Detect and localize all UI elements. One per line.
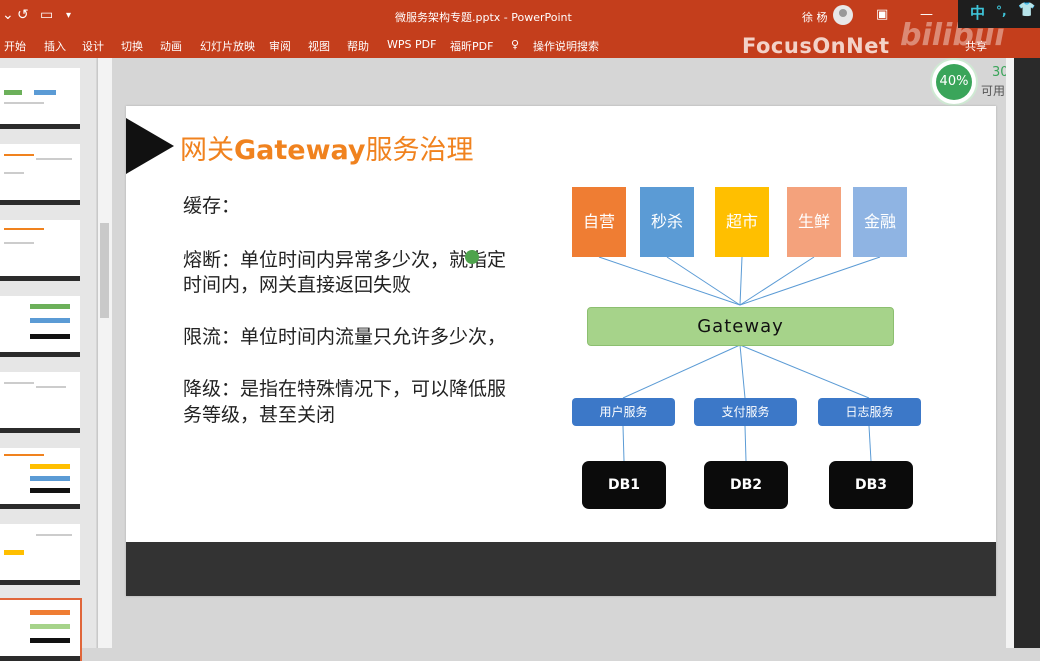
category-box: 自营 xyxy=(572,187,626,257)
service-box: 日志服务 xyxy=(818,398,921,426)
quick-access-dropdown-icon[interactable]: ⌄ xyxy=(2,7,14,23)
category-box: 金融 xyxy=(853,187,907,257)
connector-line xyxy=(622,425,625,462)
connector-line xyxy=(739,344,746,399)
connector-line xyxy=(666,256,741,306)
thumbnail-scrollbar-thumb[interactable] xyxy=(100,223,109,318)
tab-animations[interactable]: 动画 xyxy=(160,38,182,54)
slide-thumbnail[interactable] xyxy=(0,144,80,205)
connector-line xyxy=(622,344,741,399)
share-button[interactable]: 共享 xyxy=(965,38,987,54)
user-avatar[interactable] xyxy=(833,5,853,25)
slide-thumbnail[interactable] xyxy=(0,296,80,357)
slide-thumbnail[interactable] xyxy=(0,372,80,433)
tab-foxit-pdf[interactable]: 福昕PDF xyxy=(450,38,493,54)
ime-punct-toggle[interactable]: °, xyxy=(996,4,1007,18)
slide-thumbnails-pane xyxy=(0,58,96,661)
connector-line xyxy=(868,425,872,462)
title-arrow-shape xyxy=(126,118,174,174)
tab-review[interactable]: 审阅 xyxy=(269,38,291,54)
bullet-rate-limit: 限流：单位时间内流量只允许多少次， xyxy=(183,326,507,348)
connector-line xyxy=(739,256,815,306)
category-box: 生鲜 xyxy=(787,187,841,257)
title-part-3: 服务治理 xyxy=(365,135,474,166)
battery-widget[interactable]: 40% xyxy=(932,60,976,104)
battery-percent: 40% xyxy=(936,64,972,100)
tab-design[interactable]: 设计 xyxy=(82,38,104,54)
category-box: 秒杀 xyxy=(640,187,694,257)
user-name[interactable]: 徐 杨 xyxy=(802,9,828,25)
bullet-circuit-breaker: 熔断：单位时间内异常多少次，就指定 xyxy=(183,249,507,271)
bullet-circuit-breaker-cont: 时间内，网关直接返回失败 xyxy=(183,274,412,296)
customize-toolbar-icon[interactable]: ▾ xyxy=(66,10,71,21)
undo-icon[interactable]: ↺ xyxy=(17,7,29,23)
slide-thumbnail[interactable] xyxy=(0,524,80,585)
slide-thumbnail[interactable] xyxy=(0,68,80,129)
laser-pointer-icon xyxy=(465,250,479,264)
tab-wps-pdf[interactable]: WPS PDF xyxy=(387,38,436,51)
tab-help[interactable]: 帮助 xyxy=(347,38,369,54)
bullet-degrade: 降级：是指在特殊情况下，可以降低服 xyxy=(183,378,507,400)
database-box: DB3 xyxy=(829,461,913,509)
bullet-degrade-cont: 务等级，甚至关闭 xyxy=(183,404,336,426)
database-box: DB2 xyxy=(704,461,788,509)
slide-thumbnail[interactable] xyxy=(0,220,80,281)
ime-lang-toggle[interactable]: 中 xyxy=(970,2,985,23)
slide-thumbnail[interactable] xyxy=(0,448,80,509)
watermark-focusonnet: FocusOnNet xyxy=(742,34,890,58)
title-part-1: 网关 xyxy=(180,135,234,166)
tab-view[interactable]: 视图 xyxy=(308,38,330,54)
ime-toolbar: 中 °, 👕 xyxy=(958,0,1040,28)
tab-transitions[interactable]: 切换 xyxy=(121,38,143,54)
tab-home[interactable]: 开始 xyxy=(4,38,26,54)
title-part-2: Gateway xyxy=(234,135,366,166)
ime-skin-icon[interactable]: 👕 xyxy=(1018,2,1035,18)
category-box: 超市 xyxy=(715,187,769,257)
thumbnail-scrollbar[interactable] xyxy=(97,58,112,648)
connector-line xyxy=(739,256,743,306)
tell-me-search[interactable]: 操作说明搜索 xyxy=(533,38,599,54)
slide-canvas[interactable]: 网关Gateway服务治理 缓存： 熔断：单位时间内异常多少次，就指定 时间内，… xyxy=(126,106,996,596)
document-title: 微服务架构专题.pptx - PowerPoint xyxy=(395,11,572,24)
connector-line xyxy=(739,344,870,399)
slide-footer-bar xyxy=(126,542,996,596)
slide-thumbnail-active[interactable] xyxy=(0,598,82,661)
service-box: 用户服务 xyxy=(572,398,675,426)
screen-edge xyxy=(1014,58,1040,648)
lightbulb-icon: ♀ xyxy=(511,38,520,51)
tab-insert[interactable]: 插入 xyxy=(44,38,66,54)
bullet-cache: 缓存： xyxy=(183,195,241,217)
service-box: 支付服务 xyxy=(694,398,797,426)
editor-scrollbar[interactable] xyxy=(1006,58,1014,648)
slide-title: 网关Gateway服务治理 xyxy=(180,128,474,167)
ribbon-display-options-icon[interactable]: ▣ xyxy=(876,7,888,22)
connector-line xyxy=(744,425,747,462)
tab-slideshow[interactable]: 幻灯片放映 xyxy=(200,38,255,54)
present-from-start-icon[interactable]: ▭ xyxy=(40,7,53,23)
connector-line xyxy=(598,256,741,306)
database-box: DB1 xyxy=(582,461,666,509)
gateway-box: Gateway xyxy=(587,307,894,346)
title-bar: ⌄ ↺ ▭ ▾ 微服务架构专题.pptx - PowerPoint 徐 杨 ▣ … xyxy=(0,0,1040,32)
connector-line xyxy=(739,256,881,306)
